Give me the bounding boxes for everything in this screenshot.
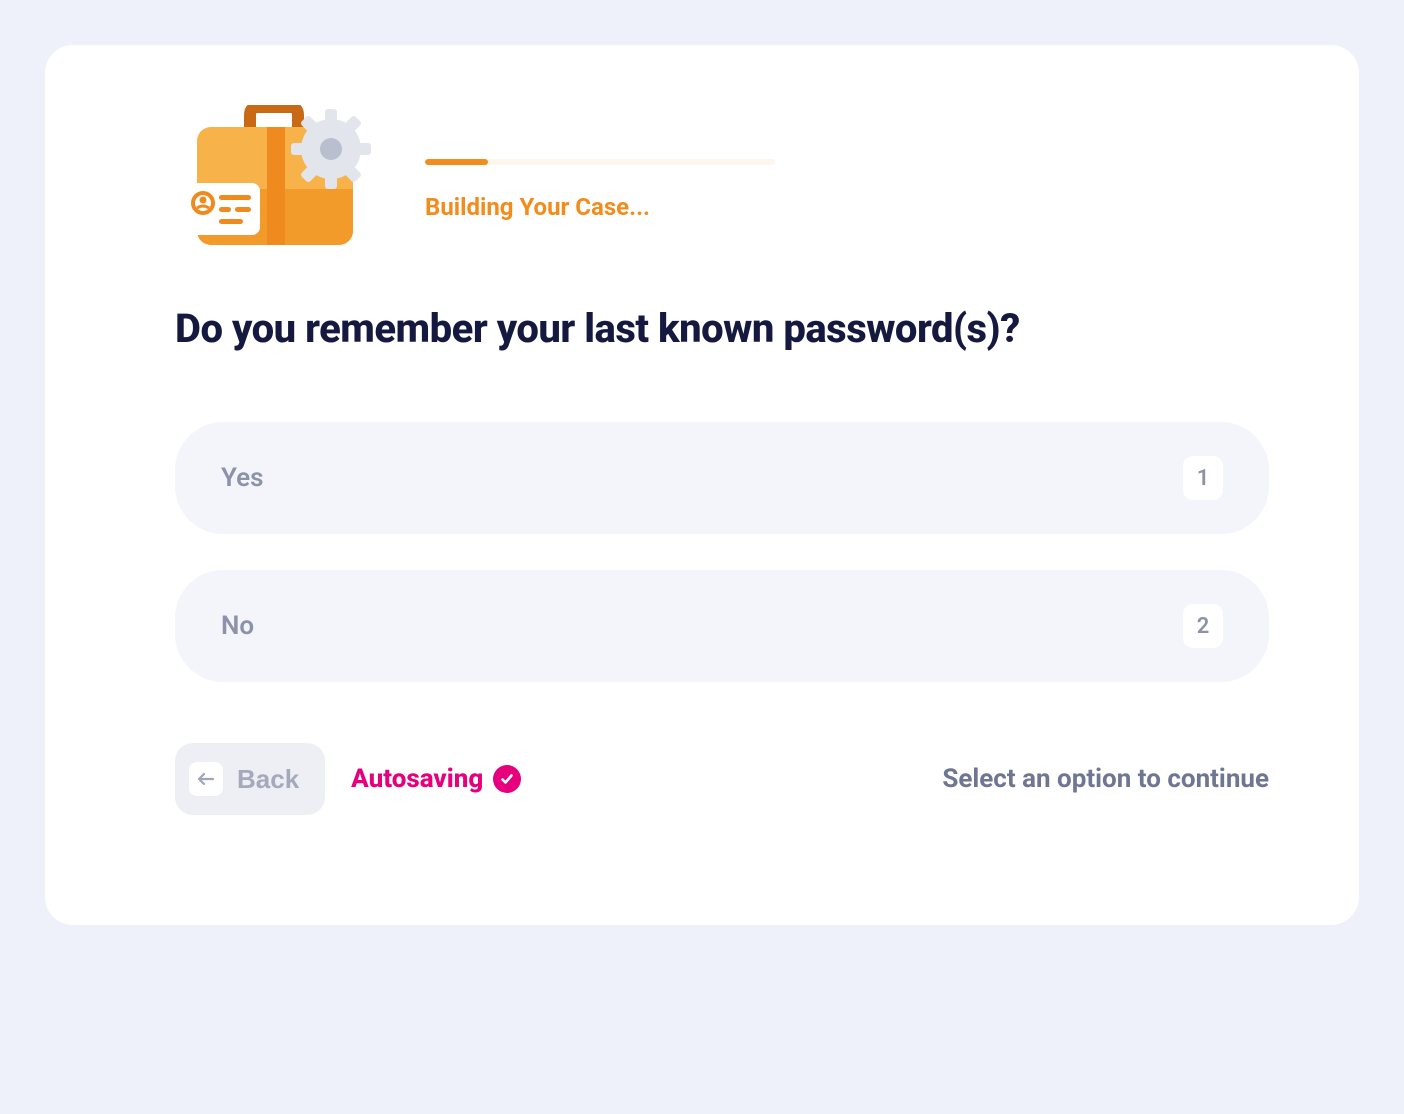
- option-label: Yes: [221, 463, 264, 493]
- option-key-badge: 1: [1183, 456, 1223, 500]
- back-label: Back: [237, 764, 299, 795]
- form-card: Building Your Case... Do you remember yo…: [45, 45, 1359, 925]
- progress-bar: [425, 159, 775, 165]
- progress-label: Building Your Case...: [425, 193, 775, 221]
- check-icon: [493, 765, 521, 793]
- autosave-label: Autosaving: [351, 764, 483, 794]
- continue-hint: Select an option to continue: [942, 764, 1269, 794]
- option-label: No: [221, 611, 254, 641]
- progress-section: Building Your Case...: [425, 129, 775, 221]
- back-button[interactable]: Back: [175, 743, 325, 815]
- footer-left: Back Autosaving: [175, 743, 521, 815]
- autosave-indicator: Autosaving: [351, 764, 521, 794]
- arrow-left-icon: [189, 762, 223, 796]
- option-no[interactable]: No 2: [175, 570, 1269, 682]
- options-list: Yes 1 No 2: [175, 422, 1269, 682]
- footer-row: Back Autosaving Select an option to cont…: [175, 743, 1269, 815]
- option-key-badge: 2: [1183, 604, 1223, 648]
- option-yes[interactable]: Yes 1: [175, 422, 1269, 534]
- briefcase-icon: [175, 105, 375, 245]
- question-heading: Do you remember your last known password…: [175, 305, 1269, 352]
- header-row: Building Your Case...: [175, 105, 1269, 245]
- progress-fill: [425, 159, 488, 165]
